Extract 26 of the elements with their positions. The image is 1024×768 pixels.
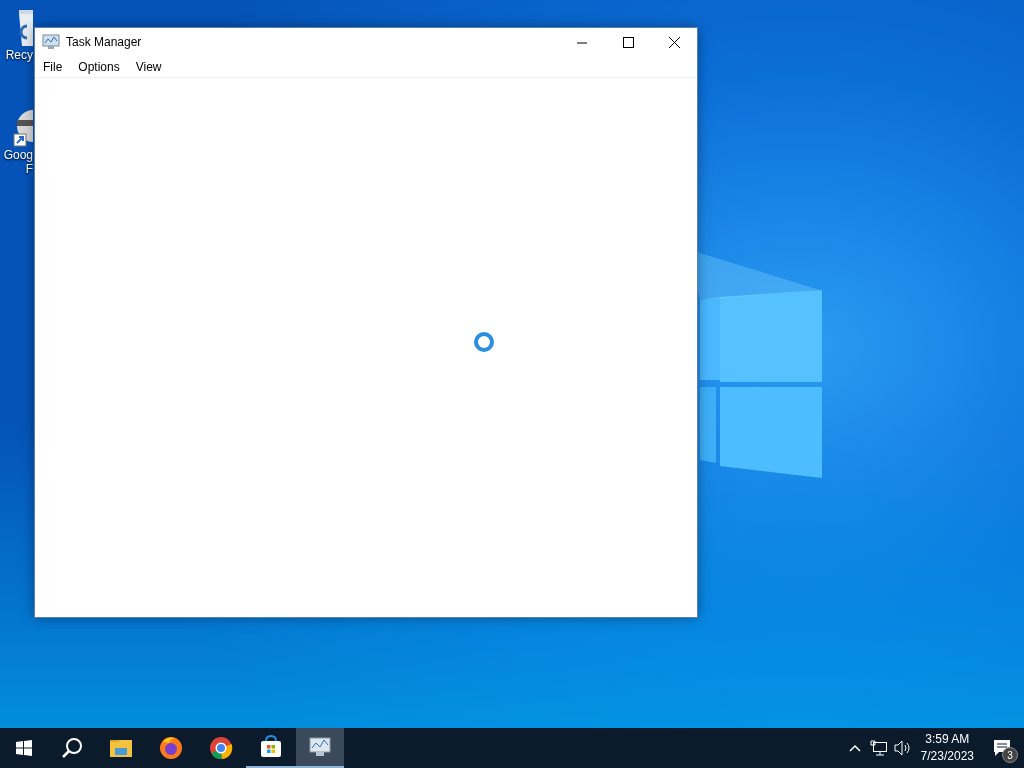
icon-label[interactable]: F: [25, 162, 33, 176]
notification-count: 3: [1002, 747, 1018, 763]
window-title: Task Manager: [66, 34, 142, 51]
menu-item[interactable]: Options: [72, 57, 126, 76]
speaker-icon: [893, 740, 912, 756]
clock[interactable]: 3:59 AM 7/23/2023: [914, 731, 980, 765]
chevron-up-icon: [848, 744, 861, 752]
monitor-chart-icon: [42, 34, 60, 50]
shopping-bag-icon: [259, 735, 283, 759]
windows-logo-icon: [16, 740, 32, 756]
search-icon: [61, 737, 83, 759]
menu-item[interactable]: File: [37, 57, 69, 76]
monitor-chart-icon: [308, 735, 332, 759]
fox-globe-icon: [159, 736, 183, 760]
notifications-button[interactable]: 3: [980, 728, 1024, 768]
chrome-icon: [209, 736, 233, 760]
icon-label[interactable]: Goog: [3, 148, 33, 162]
icon-label[interactable]: Recy: [5, 48, 33, 62]
taskbar-app-button[interactable]: [296, 728, 344, 768]
network-icon: [869, 740, 888, 756]
clock-time: 3:59 AM: [924, 731, 971, 748]
recycle-bin-icon[interactable]: [19, 8, 33, 48]
close-icon: [668, 36, 680, 48]
maximize-icon: [622, 36, 634, 48]
clock-date: 7/23/2023: [920, 748, 974, 765]
menu-item[interactable]: View: [129, 57, 168, 76]
